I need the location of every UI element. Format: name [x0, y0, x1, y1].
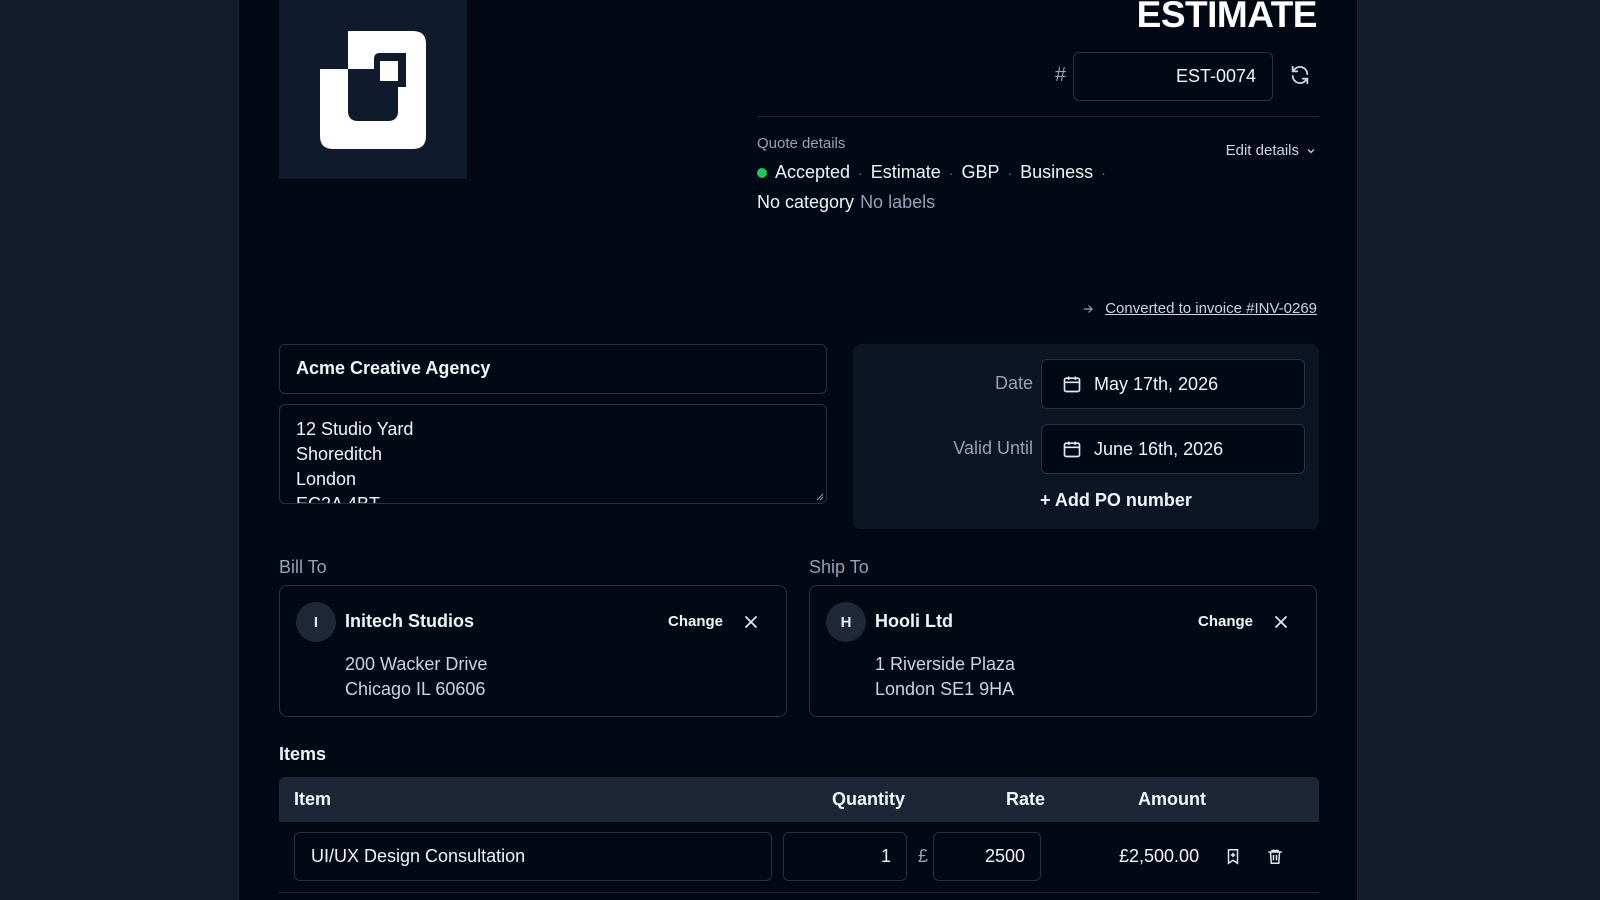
status-text: Accepted [775, 162, 851, 182]
close-icon[interactable] [1273, 614, 1289, 630]
chevron-down-icon [1307, 148, 1315, 153]
address-line: Shoreditch [296, 444, 383, 464]
quote-details-label: Quote details [757, 135, 846, 152]
company-address-textarea[interactable]: 12 Studio Yard Shoreditch London EC2A 4B… [279, 404, 827, 504]
edit-details-label: Edit details [1225, 142, 1299, 159]
client-type: Business [1020, 162, 1094, 182]
arrow-right-icon [1084, 304, 1094, 313]
refresh-icon [1291, 65, 1309, 85]
column-header-quantity: Quantity [832, 789, 906, 809]
bill-to-label: Bill To [279, 557, 327, 577]
document-title: ESTIMATE [1136, 0, 1318, 35]
ship-to-name: Hooli Ltd [875, 611, 953, 631]
company-name-input[interactable]: Acme Creative Agency [279, 344, 827, 394]
ship-to-change-button[interactable]: Change [1198, 613, 1253, 630]
address-line: London SE1 9HA [875, 679, 1015, 699]
separator-dot: · [1007, 164, 1013, 181]
quote-meta-row-2: No category No labels [757, 192, 935, 213]
status-dot [757, 167, 767, 178]
converted-invoice-link[interactable]: Converted to invoice #INV-0269 [1105, 300, 1317, 317]
bill-to-change-button[interactable]: Change [668, 613, 723, 630]
bill-to-name: Initech Studios [345, 611, 475, 631]
item-quantity-input[interactable]: 1 [783, 832, 907, 881]
address-line: 12 Studio Yard [296, 419, 414, 439]
company-logo[interactable] [279, 0, 467, 179]
edit-details-button[interactable]: Edit details [1226, 142, 1317, 159]
quote-meta-row: Accepted · Estimate · GBP · Business · [757, 162, 1114, 183]
estimate-panel: ESTIMATE # Quote details Edit details Ac… [238, 0, 1358, 900]
items-label: Items [279, 744, 327, 764]
ship-to-address: 1 Riverside Plaza London SE1 9HA [875, 652, 1015, 702]
date-picker[interactable]: May 17th, 2026 [1041, 359, 1305, 409]
calendar-icon [1063, 441, 1081, 458]
trash-icon[interactable] [1266, 847, 1284, 866]
item-name-input[interactable]: UI/UX Design Consultation [294, 832, 772, 881]
resize-handle-icon[interactable] [814, 491, 824, 501]
row-divider [279, 892, 1319, 893]
address-line: 200 Wacker Drive [345, 654, 488, 674]
valid-until-label: Valid Until [953, 438, 1033, 458]
valid-until-value: June 16th, 2026 [1094, 438, 1224, 459]
currency: GBP [961, 162, 1000, 182]
valid-until-picker[interactable]: June 16th, 2026 [1041, 424, 1305, 474]
currency-symbol: £ [918, 846, 929, 866]
column-header-item: Item [294, 789, 332, 809]
category: No category [757, 192, 855, 212]
date-label: Date [994, 373, 1033, 393]
estimate-number-input[interactable] [1073, 52, 1273, 101]
separator-dot: · [858, 164, 863, 181]
bill-to-address: 200 Wacker Drive Chicago IL 60606 [345, 652, 487, 702]
calendar-icon [1063, 376, 1081, 393]
separator-dot: · [1101, 164, 1106, 181]
bill-to-card: I Initech Studios Change 200 Wacker Driv… [279, 585, 787, 717]
date-value: May 17th, 2026 [1094, 373, 1219, 394]
number-prefix: # [1055, 64, 1067, 86]
labels: No labels [860, 192, 936, 212]
logo-mark-icon [320, 30, 426, 149]
header-divider [757, 116, 1319, 117]
ship-to-label: Ship To [809, 557, 869, 577]
address-line: Chicago IL 60606 [345, 679, 486, 699]
item-amount: £2,500.00 [1119, 846, 1200, 866]
column-header-rate: Rate [1006, 789, 1046, 809]
address-line: London [296, 469, 357, 489]
bookmark-plus-icon[interactable] [1224, 847, 1242, 866]
item-rate-input[interactable]: 2500 [933, 832, 1041, 881]
items-table-header: Item Quantity Rate Amount [279, 777, 1319, 822]
refresh-number-button[interactable] [1289, 64, 1313, 88]
address-line: 1 Riverside Plaza [875, 654, 1016, 674]
dates-panel: Date May 17th, 2026 Valid Until June 16t… [853, 344, 1319, 529]
address-line: EC2A 4BT [296, 494, 381, 504]
separator-dot: · [948, 164, 954, 181]
converted-notice: Converted to invoice #INV-0269 [1081, 300, 1317, 317]
column-header-amount: Amount [1138, 789, 1206, 809]
avatar: I [296, 602, 336, 642]
close-icon[interactable] [743, 614, 759, 630]
ship-to-card: H Hooli Ltd Change 1 Riverside Plaza Lon… [809, 585, 1317, 717]
avatar: H [826, 602, 866, 642]
document-type: Estimate [870, 162, 941, 182]
add-po-number-button[interactable]: + Add PO number [1040, 490, 1192, 511]
